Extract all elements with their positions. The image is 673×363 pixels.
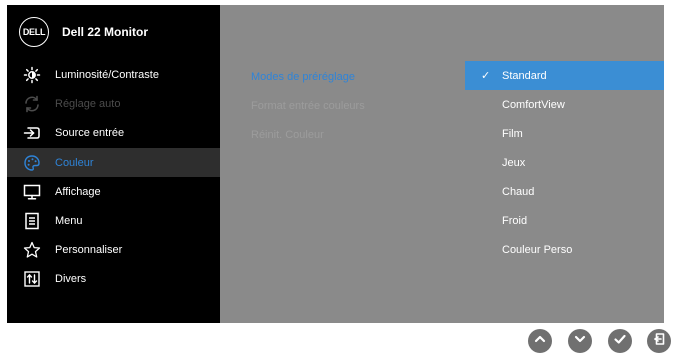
- check-icon: ✓: [481, 70, 491, 82]
- preset-option-jeux[interactable]: Jeux: [465, 148, 664, 177]
- submenu-item-input-color-format[interactable]: Format entrée couleurs: [251, 100, 365, 112]
- preset-option-froid[interactable]: Froid: [465, 206, 664, 235]
- menu-item-label: Source entrée: [55, 126, 125, 139]
- submenu-panel: Modes de préréglage Format entrée couleu…: [220, 5, 664, 323]
- preset-option-custom-color[interactable]: Couleur Perso: [465, 235, 664, 264]
- display-icon: [23, 183, 41, 201]
- preset-option-film[interactable]: Film: [465, 119, 664, 148]
- monitor-model-title: Dell 22 Monitor: [62, 25, 149, 39]
- preset-option-label: Chaud: [502, 185, 535, 198]
- menu-item-personalize[interactable]: Personnaliser: [7, 235, 220, 264]
- check-icon: [613, 332, 627, 351]
- nav-up-button[interactable]: [528, 329, 552, 353]
- menu-item-color[interactable]: Couleur: [7, 148, 220, 177]
- menu-item-auto-adjust[interactable]: Réglage auto: [7, 89, 220, 118]
- preset-option-label: Standard: [502, 69, 547, 82]
- preset-option-chaud[interactable]: Chaud: [465, 177, 664, 206]
- input-source-icon: [23, 124, 41, 142]
- brightness-icon: [23, 66, 41, 84]
- menu-item-label: Réglage auto: [55, 97, 121, 110]
- preset-option-label: ComfortView: [502, 98, 565, 111]
- menu-item-brightness-contrast[interactable]: Luminosité/Contraste: [7, 60, 220, 89]
- menu-item-label: Luminosité/Contraste: [55, 68, 159, 81]
- main-menu-panel: DELL Dell 22 Monitor Luminosité/Contrast…: [7, 5, 220, 323]
- menu-item-label: Menu: [55, 214, 83, 227]
- dell-logo: DELL: [19, 17, 49, 47]
- menu-item-label: Divers: [55, 272, 87, 285]
- preset-option-standard[interactable]: ✓ Standard: [465, 61, 664, 90]
- preset-option-comfortview[interactable]: ComfortView: [465, 90, 664, 119]
- nav-confirm-button[interactable]: [608, 329, 632, 353]
- down-icon: [573, 332, 587, 351]
- menu-item-label: Affichage: [55, 185, 101, 198]
- preset-option-label: Froid: [502, 214, 528, 227]
- menu-item-label: Couleur: [55, 156, 94, 169]
- preset-option-label: Film: [502, 127, 523, 140]
- submenu-item-preset-modes[interactable]: Modes de préréglage: [251, 71, 355, 83]
- color-icon: [23, 154, 41, 172]
- nav-down-button[interactable]: [568, 329, 592, 353]
- menu-item-menu[interactable]: Menu: [7, 206, 220, 235]
- menu-item-input-source[interactable]: Source entrée: [7, 118, 220, 147]
- submenu-item-reset-color[interactable]: Réinit. Couleur: [251, 129, 324, 141]
- preset-option-label: Couleur Perso: [502, 243, 573, 256]
- up-icon: [533, 332, 547, 351]
- nav-back-button[interactable]: [647, 329, 671, 353]
- menu-item-display[interactable]: Affichage: [7, 177, 220, 206]
- auto-adjust-icon: [23, 95, 41, 113]
- others-icon: [23, 270, 41, 288]
- preset-option-label: Jeux: [502, 156, 526, 169]
- osd-header: DELL Dell 22 Monitor: [7, 5, 220, 60]
- menu-icon: [23, 212, 41, 230]
- osd-window: DELL Dell 22 Monitor Luminosité/Contrast…: [7, 5, 664, 323]
- back-icon: [652, 332, 666, 351]
- menu-item-label: Personnaliser: [55, 243, 123, 256]
- menu-item-others[interactable]: Divers: [7, 264, 220, 293]
- star-icon: [23, 241, 41, 259]
